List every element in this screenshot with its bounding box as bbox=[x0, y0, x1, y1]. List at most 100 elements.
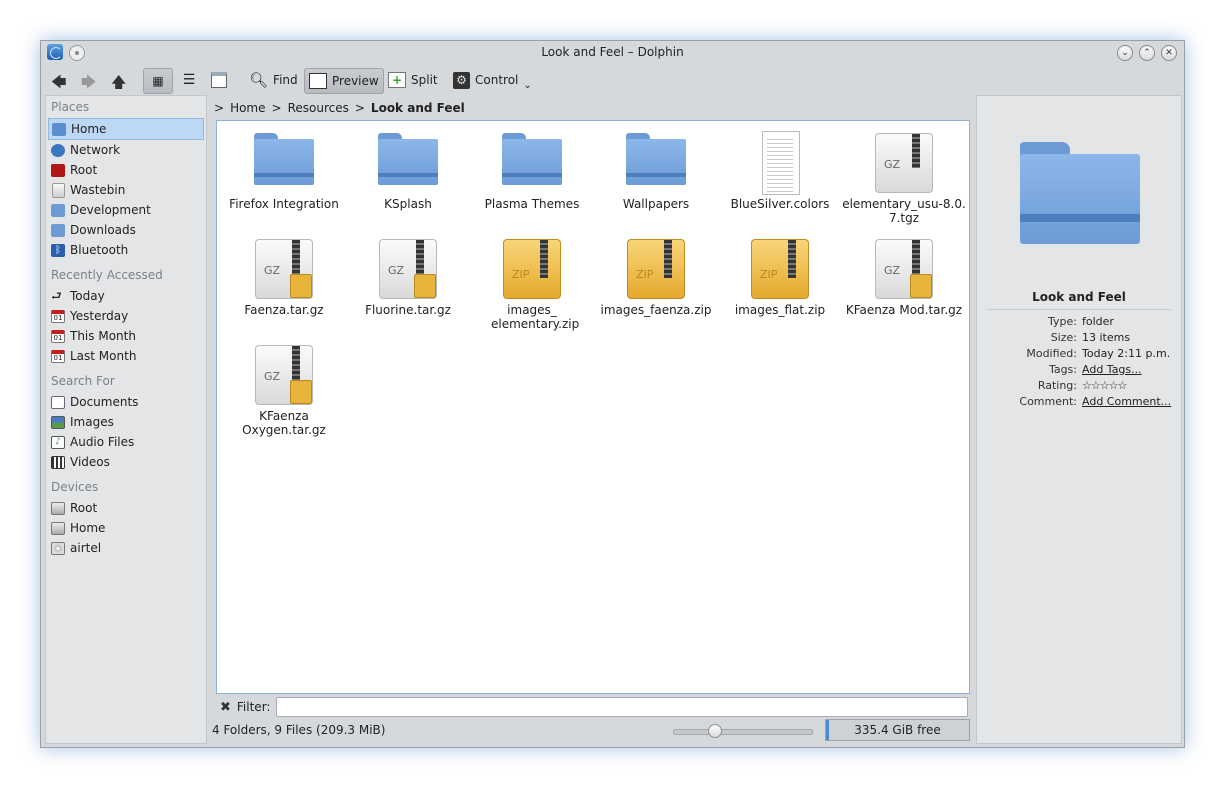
archive-zip-icon: ZIP bbox=[749, 237, 811, 299]
file-item[interactable]: Plasma Themes bbox=[469, 131, 595, 211]
place-network[interactable]: Network bbox=[46, 140, 206, 160]
breadcrumb: > Home > Resources > Look and Feel bbox=[214, 99, 465, 117]
search-images[interactable]: Images bbox=[46, 412, 206, 432]
info-name: Look and Feel bbox=[1032, 290, 1126, 304]
list-icon: ☰ bbox=[182, 72, 196, 88]
document-icon bbox=[51, 395, 65, 409]
zoom-slider[interactable] bbox=[673, 724, 813, 738]
file-item[interactable]: Firefox Integration bbox=[221, 131, 347, 211]
free-space-indicator[interactable]: 335.4 GiB free bbox=[825, 719, 970, 741]
places-group-header: Places bbox=[51, 100, 90, 114]
icons-view-button[interactable]: ▦ bbox=[143, 68, 173, 94]
rating-stars-icon[interactable]: ☆☆☆☆☆ bbox=[1082, 379, 1127, 395]
file-name: Wallpapers bbox=[622, 197, 690, 211]
folder-icon bbox=[377, 131, 439, 191]
filter-input[interactable] bbox=[276, 697, 968, 717]
archive-gz-icon: GZ bbox=[873, 237, 935, 299]
file-item[interactable]: ZIP images_faenza.zip bbox=[593, 237, 719, 317]
device-root[interactable]: Root bbox=[46, 498, 206, 518]
recent-yesterday[interactable]: 01 Yesterday bbox=[46, 306, 206, 326]
zoom-slider-handle[interactable] bbox=[708, 724, 722, 738]
place-downloads[interactable]: Downloads bbox=[46, 220, 206, 240]
file-name: BlueSilver.colors bbox=[730, 197, 830, 211]
info-row-size: Size: 13 items bbox=[1050, 331, 1131, 344]
place-root[interactable]: Root bbox=[46, 160, 206, 180]
chevron-right-icon[interactable]: > bbox=[272, 101, 282, 115]
up-icon[interactable]: 🡅 bbox=[111, 72, 126, 97]
close-filter-icon[interactable]: ✖ bbox=[220, 700, 231, 715]
archive-gz-icon: GZ bbox=[377, 237, 439, 299]
main-toolbar: 🡄 🡆 🡅 ▦ ☰ 🔍︎ Find Preview + Split ⚙ Cont… bbox=[41, 65, 1184, 97]
filter-label: Filter: bbox=[236, 700, 271, 714]
archive-zip-icon: ZIP bbox=[501, 237, 563, 299]
search-videos[interactable]: Videos bbox=[46, 452, 206, 472]
info-row-type: Type: folder bbox=[1048, 315, 1114, 328]
info-rows: Type: folder Size: 13 items Modified: To… bbox=[977, 315, 1181, 411]
device-home[interactable]: Home bbox=[46, 518, 206, 538]
folder-icon bbox=[51, 223, 65, 237]
search-audio-files[interactable]: ♪ Audio Files bbox=[46, 432, 206, 452]
add-tags-link[interactable]: Add Tags... bbox=[1082, 363, 1142, 379]
place-development[interactable]: Development bbox=[46, 200, 206, 220]
preview-icon bbox=[309, 73, 327, 89]
file-item[interactable]: GZ elementary_usu-8.0.7.tgz bbox=[841, 131, 967, 225]
file-name: Plasma Themes bbox=[484, 197, 580, 211]
forward-icon[interactable]: 🡆 bbox=[81, 72, 97, 97]
search-documents[interactable]: Documents bbox=[46, 392, 206, 412]
crumb-look-and-feel[interactable]: Look and Feel bbox=[371, 101, 465, 115]
split-button[interactable]: + Split bbox=[384, 68, 442, 92]
used-space-fill bbox=[826, 720, 829, 740]
devices-group-header: Devices bbox=[51, 480, 99, 494]
folder-icon bbox=[625, 131, 687, 191]
chevron-down-icon: ⌄ bbox=[523, 79, 532, 91]
place-wastebin[interactable]: Wastebin bbox=[46, 180, 206, 200]
file-item[interactable]: GZ Faenza.tar.gz bbox=[221, 237, 347, 317]
chevron-right-icon[interactable]: > bbox=[214, 101, 224, 115]
archive-gz-icon: GZ bbox=[253, 343, 315, 405]
calendar-icon: 01 bbox=[51, 349, 65, 363]
place-home[interactable]: Home bbox=[48, 118, 204, 140]
device-airtel[interactable]: airtel bbox=[46, 538, 206, 558]
preview-button[interactable]: Preview bbox=[304, 68, 384, 94]
minimize-button[interactable]: ⌄ bbox=[1117, 45, 1133, 61]
maximize-button[interactable]: ⌃ bbox=[1139, 45, 1155, 61]
back-icon[interactable]: 🡄 bbox=[51, 72, 67, 97]
crumb-home[interactable]: Home bbox=[230, 101, 265, 115]
compact-view-button[interactable] bbox=[205, 68, 233, 92]
network-icon bbox=[51, 143, 65, 157]
folder-icon bbox=[501, 131, 563, 191]
folder-preview-icon bbox=[1018, 140, 1140, 244]
close-button[interactable]: ✕ bbox=[1161, 45, 1177, 61]
calendar-icon: 01 bbox=[51, 309, 65, 323]
places-panel: Places Home Network Root Wastebin Develo… bbox=[45, 95, 207, 744]
file-name: images_faenza.zip bbox=[600, 303, 712, 317]
columns-icon bbox=[211, 72, 227, 88]
file-item[interactable]: GZ KFaenza Mod.tar.gz bbox=[841, 237, 967, 317]
recent-last-month[interactable]: 01 Last Month bbox=[46, 346, 206, 366]
find-button[interactable]: 🔍︎ Find bbox=[245, 68, 302, 92]
crumb-resources[interactable]: Resources bbox=[288, 101, 349, 115]
status-summary: 4 Folders, 9 Files (209.3 MiB) bbox=[212, 723, 386, 737]
place-bluetooth[interactable]: ᛒ Bluetooth bbox=[46, 240, 206, 260]
split-icon: + bbox=[388, 72, 406, 88]
search-icon: 🔍︎ bbox=[249, 71, 269, 89]
file-name: Faenza.tar.gz bbox=[244, 303, 324, 317]
chevron-right-icon[interactable]: > bbox=[355, 101, 365, 115]
file-item[interactable]: GZ KFaenza Oxygen.tar.gz bbox=[221, 343, 347, 437]
details-view-button[interactable]: ☰ bbox=[175, 68, 203, 92]
file-item[interactable]: ZIP images_flat.zip bbox=[717, 237, 843, 317]
file-item[interactable]: ZIP images_ elementary.zip bbox=[469, 237, 595, 331]
title-bar[interactable]: Look and Feel – Dolphin ⌄ ⌃ ✕ bbox=[41, 41, 1184, 65]
file-name: elementary_usu-8.0.7.tgz bbox=[842, 197, 966, 225]
control-button[interactable]: ⚙ Control ⌄ bbox=[449, 68, 536, 92]
file-item[interactable]: KSplash bbox=[345, 131, 471, 211]
file-view[interactable]: Firefox Integration KSplash Plasma Theme… bbox=[216, 120, 970, 694]
file-item[interactable]: GZ Fluorine.tar.gz bbox=[345, 237, 471, 317]
optical-drive-icon bbox=[51, 541, 65, 555]
file-item[interactable]: BlueSilver.colors bbox=[717, 131, 843, 211]
file-item[interactable]: Wallpapers bbox=[593, 131, 719, 211]
text-file-icon bbox=[749, 131, 811, 195]
recent-today[interactable]: ⮐ Today bbox=[46, 286, 206, 306]
add-comment-link[interactable]: Add Comment... bbox=[1082, 395, 1171, 411]
recent-this-month[interactable]: 01 This Month bbox=[46, 326, 206, 346]
